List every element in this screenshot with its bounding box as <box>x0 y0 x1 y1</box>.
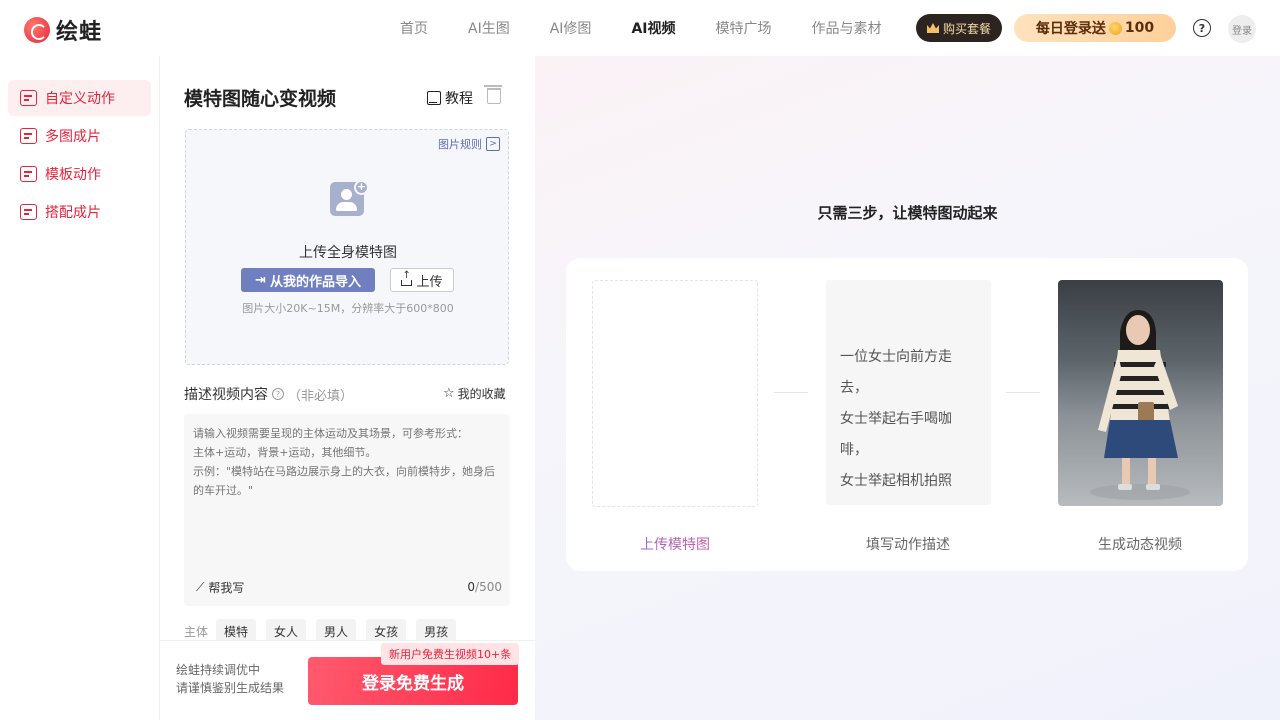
sidebar: 自定义动作 多图成片 模板动作 搭配成片 <box>0 56 160 720</box>
sidebar-item-multi-image[interactable]: 多图成片 <box>8 118 151 154</box>
buy-plan-button[interactable]: 购买套餐 <box>916 14 1002 42</box>
example-line: 一位女士向前方走去， <box>840 349 952 396</box>
example-line: 女士举起右手喝咖啡， <box>840 411 952 458</box>
example-video-image <box>1058 280 1223 506</box>
nav-item-works-materials[interactable]: 作品与素材 <box>811 18 881 38</box>
outfit-icon <box>20 204 37 220</box>
page-title: 模特图随心变视频 <box>184 88 337 110</box>
book-icon <box>427 91 441 105</box>
chevron-right-icon: > <box>486 137 500 151</box>
steps-title: 只需三步，让模特图动起来 <box>817 204 998 222</box>
trash-icon[interactable] <box>484 85 502 104</box>
bottom-action-bar: 绘蛙持续调优中 请谨慎鉴别生成结果 新用户免费生视频10+条 登录免费生成 <box>160 640 535 720</box>
daily-login-label: 每日登录送 <box>1035 21 1106 37</box>
description-textarea[interactable] <box>184 414 510 564</box>
sidebar-item-label: 自定义动作 <box>45 91 115 107</box>
image-rules-label: 图片规则 <box>438 138 482 151</box>
description-label: 描述视频内容 ? （非必填） <box>184 384 353 404</box>
help-write-button[interactable]: ⟋ 帮我写 <box>196 579 244 596</box>
upload-button-label: 上传 <box>416 274 443 290</box>
top-header: 绘蛙 首页 AI生图 AI修图 AI视频 模特广场 作品与素材 购买套餐 每日登… <box>0 0 1280 56</box>
template-action-icon <box>20 166 37 182</box>
app-logo[interactable]: 绘蛙 <box>24 14 102 46</box>
step-caption-upload: 上传模特图 <box>592 534 758 554</box>
question-icon[interactable]: ? <box>272 388 284 400</box>
coin-icon <box>1108 21 1122 35</box>
step-connector <box>1006 392 1040 393</box>
daily-login-reward-button[interactable]: 每日登录送 100 <box>1014 14 1176 42</box>
favorites-label: 我的收藏 <box>457 387 506 401</box>
char-count: 0 <box>467 580 476 594</box>
sidebar-item-template-action[interactable]: 模板动作 <box>8 156 151 192</box>
step-caption-generate: 生成动态视频 <box>1098 537 1182 553</box>
buy-plan-label: 购买套餐 <box>942 21 991 36</box>
main-nav: 首页 AI生图 AI修图 AI视频 模特广场 作品与素材 <box>380 0 901 56</box>
step-upload-placeholder <box>592 280 758 507</box>
plus-icon: + <box>354 180 369 195</box>
sidebar-item-outfit[interactable]: 搭配成片 <box>8 194 151 230</box>
upload-button[interactable]: 上传 <box>390 268 454 292</box>
logo-icon <box>24 17 50 43</box>
custom-action-icon <box>20 90 37 106</box>
my-favorites-button[interactable]: ☆ 我的收藏 <box>443 385 506 402</box>
import-from-works-button[interactable]: ⇥ 从我的作品导入 <box>241 268 375 292</box>
nav-item-home[interactable]: 首页 <box>400 18 428 38</box>
tutorial-label: 教程 <box>445 91 473 107</box>
char-counter: 0/500 <box>467 580 502 594</box>
sidebar-item-custom-action[interactable]: 自定义动作 <box>8 80 151 116</box>
sidebar-item-label: 多图成片 <box>45 129 101 145</box>
tutorial-button[interactable]: 教程 <box>427 88 473 108</box>
optional-note: （非必填） <box>288 388 354 404</box>
upload-icon <box>401 270 413 286</box>
import-label: 从我的作品导入 <box>269 274 361 290</box>
nav-item-ai-image[interactable]: AI生图 <box>468 18 510 38</box>
multi-image-icon <box>20 128 37 144</box>
model-figure-illustration <box>1090 310 1190 500</box>
config-panel: 模特图随心变视频 教程 图片规则 > + 上传全身模特图 ⇥ 从我的作品导入 上… <box>160 56 535 720</box>
step-description-example: 一位女士向前方走去， 女士举起右手喝咖啡， 女士举起相机拍照 <box>826 280 991 505</box>
tags-label: 主体 <box>184 625 209 639</box>
step-caption-describe: 填写动作描述 <box>866 537 950 553</box>
help-write-label: 帮我写 <box>208 581 245 595</box>
daily-login-amount: 100 <box>1124 20 1155 36</box>
sidebar-item-label: 模板动作 <box>45 167 101 183</box>
help-icon[interactable]: ? <box>1193 19 1211 37</box>
import-icon: ⇥ <box>255 272 266 288</box>
step-connector <box>774 392 808 393</box>
disclaimer-note: 绘蛙持续调优中 请谨慎鉴别生成结果 <box>176 661 284 697</box>
app-name: 绘蛙 <box>56 20 103 45</box>
char-max: /500 <box>475 580 502 594</box>
disclaimer-line-1: 绘蛙持续调优中 <box>176 663 261 677</box>
login-avatar[interactable]: 登录 <box>1228 15 1256 43</box>
nav-item-model-square[interactable]: 模特广场 <box>715 18 771 38</box>
nav-item-ai-retouch[interactable]: AI修图 <box>550 18 592 38</box>
disclaimer-line-2: 请谨慎鉴别生成结果 <box>176 681 285 695</box>
crown-icon <box>926 23 939 33</box>
description-label-text: 描述视频内容 <box>184 387 268 403</box>
new-user-badge: 新用户免费生视频10+条 <box>381 643 520 665</box>
steps-card: 一位女士向前方走去， 女士举起右手喝咖啡， 女士举起相机拍照 上传模特图 填写动… <box>566 258 1248 571</box>
description-field-box: ⟋ 帮我写 0/500 <box>184 414 510 606</box>
upload-dropzone[interactable]: 图片规则 > + 上传全身模特图 ⇥ 从我的作品导入 上传 图片大小20K~15… <box>185 129 509 365</box>
star-icon: ☆ <box>443 386 455 401</box>
upload-label: 上传全身模特图 <box>299 245 397 261</box>
magic-wand-icon: ⟋ <box>196 580 205 594</box>
upload-hint: 图片大小20K~15M，分辨率大于600*800 <box>242 302 454 315</box>
sidebar-item-label: 搭配成片 <box>45 205 101 221</box>
preview-area: 只需三步，让模特图动起来 一位女士向前方走去， 女士举起右手喝咖啡， 女士举起相… <box>535 56 1280 720</box>
image-rules-link[interactable]: 图片规则 > <box>438 136 500 152</box>
nav-item-ai-video[interactable]: AI视频 <box>631 18 675 38</box>
example-line: 女士举起相机拍照 <box>840 473 952 489</box>
